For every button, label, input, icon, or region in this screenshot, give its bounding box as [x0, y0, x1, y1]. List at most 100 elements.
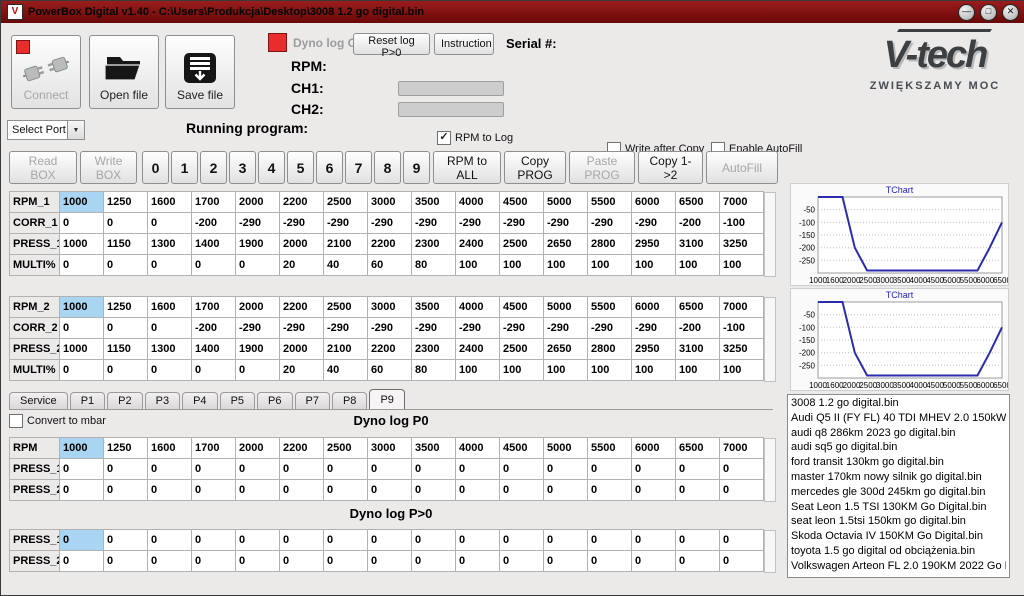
- table-cell[interactable]: 1600: [148, 438, 192, 459]
- table-cell[interactable]: 3250: [720, 234, 764, 255]
- table-cell[interactable]: -290: [632, 213, 676, 234]
- table-cell[interactable]: 0: [60, 213, 104, 234]
- table-cell[interactable]: 2300: [412, 339, 456, 360]
- table-cell[interactable]: 0: [104, 255, 148, 276]
- table-cell[interactable]: 0: [192, 530, 236, 551]
- table-cell[interactable]: 2500: [324, 297, 368, 318]
- file-list-item[interactable]: 3008 1.2 go digital.bin: [791, 396, 1006, 411]
- table-cell[interactable]: 1250: [104, 297, 148, 318]
- table-cell[interactable]: 1250: [104, 438, 148, 459]
- table-cell[interactable]: -290: [588, 213, 632, 234]
- table-cell[interactable]: 2500: [500, 339, 544, 360]
- table-cell[interactable]: 4000: [456, 438, 500, 459]
- table-cell[interactable]: 5500: [588, 192, 632, 213]
- file-list-item[interactable]: Skoda Octavia IV 150KM Go Digital.bin: [791, 529, 1006, 544]
- tab-p8[interactable]: P8: [332, 392, 367, 409]
- table-cell[interactable]: 1300: [148, 234, 192, 255]
- table-cell[interactable]: 0: [236, 480, 280, 501]
- table-cell[interactable]: 2400: [456, 339, 500, 360]
- table-cell[interactable]: 4000: [456, 297, 500, 318]
- table-cell[interactable]: -290: [544, 318, 588, 339]
- table-cell[interactable]: 2500: [324, 192, 368, 213]
- table-cell[interactable]: 0: [588, 480, 632, 501]
- table-cell[interactable]: 2000: [280, 339, 324, 360]
- autofill-button[interactable]: AutoFill: [706, 151, 778, 184]
- table-cell[interactable]: 0: [368, 480, 412, 501]
- table-cell[interactable]: 3500: [412, 192, 456, 213]
- table-cell[interactable]: 6000: [632, 438, 676, 459]
- digit-button-5[interactable]: 5: [287, 151, 314, 184]
- table-cell[interactable]: 3250: [720, 339, 764, 360]
- table-cell[interactable]: -290: [588, 318, 632, 339]
- table-cell[interactable]: 100: [720, 360, 764, 381]
- table-cell[interactable]: 100: [676, 360, 720, 381]
- table-cell[interactable]: 0: [720, 480, 764, 501]
- table-cell[interactable]: 3100: [676, 339, 720, 360]
- file-list-item[interactable]: audi sq5 go digital.bin: [791, 440, 1006, 455]
- table-cell[interactable]: 5000: [544, 192, 588, 213]
- table-cell[interactable]: 1150: [104, 234, 148, 255]
- write-box-button[interactable]: Write BOX: [80, 151, 137, 184]
- reset-log-button[interactable]: Reset log P>0: [353, 33, 430, 55]
- table-cell[interactable]: 2400: [456, 234, 500, 255]
- table-cell[interactable]: 0: [148, 551, 192, 572]
- table-cell[interactable]: -290: [368, 213, 412, 234]
- table-cell[interactable]: 3000: [368, 297, 412, 318]
- table-cell[interactable]: 2100: [324, 339, 368, 360]
- table-cell[interactable]: 0: [60, 318, 104, 339]
- table-cell[interactable]: -290: [500, 213, 544, 234]
- table-cell[interactable]: 1000: [60, 438, 104, 459]
- table-cell[interactable]: 6500: [676, 438, 720, 459]
- tab-p5[interactable]: P5: [220, 392, 255, 409]
- file-list-item[interactable]: Volkswagen Arteon FL 2.0 190KM 2022 Go D…: [791, 559, 1006, 574]
- table-cell[interactable]: 7000: [720, 297, 764, 318]
- table-cell[interactable]: 0: [456, 551, 500, 572]
- table-cell[interactable]: 1900: [236, 234, 280, 255]
- table-cell[interactable]: 2200: [280, 297, 324, 318]
- tab-p9[interactable]: P9: [369, 389, 404, 409]
- table-cell[interactable]: 0: [676, 480, 720, 501]
- table-cell[interactable]: 7000: [720, 438, 764, 459]
- table-cell[interactable]: 0: [632, 480, 676, 501]
- table-cell[interactable]: -100: [720, 318, 764, 339]
- tab-p2[interactable]: P2: [107, 392, 142, 409]
- table-cell[interactable]: 0: [412, 480, 456, 501]
- file-list-item[interactable]: Audi Q5 II (FY FL) 40 TDI MHEV 2.0 150kW…: [791, 411, 1006, 426]
- checkbox-box[interactable]: ✓: [437, 131, 451, 145]
- digit-button-1[interactable]: 1: [171, 151, 198, 184]
- table-cell[interactable]: 0: [104, 213, 148, 234]
- table-cell[interactable]: 2100: [324, 234, 368, 255]
- table-cell[interactable]: 100: [588, 360, 632, 381]
- table-cell[interactable]: 1150: [104, 339, 148, 360]
- table-cell[interactable]: 100: [500, 255, 544, 276]
- table-cell[interactable]: 0: [632, 459, 676, 480]
- digit-button-6[interactable]: 6: [316, 151, 343, 184]
- table-cell[interactable]: 100: [456, 360, 500, 381]
- copy-prog-button[interactable]: Copy PROG: [504, 151, 566, 184]
- table-cell[interactable]: 100: [500, 360, 544, 381]
- table-cell[interactable]: 100: [720, 255, 764, 276]
- table-cell[interactable]: -290: [456, 213, 500, 234]
- table-cell[interactable]: 0: [148, 459, 192, 480]
- digit-button-8[interactable]: 8: [374, 151, 401, 184]
- table-cell[interactable]: 0: [192, 480, 236, 501]
- table-cell[interactable]: 1000: [60, 297, 104, 318]
- tab-p3[interactable]: P3: [145, 392, 180, 409]
- table-cell[interactable]: 0: [500, 551, 544, 572]
- digit-button-2[interactable]: 2: [200, 151, 227, 184]
- table-cell[interactable]: 1000: [60, 192, 104, 213]
- table-cell[interactable]: 2500: [500, 234, 544, 255]
- table-cell[interactable]: 0: [60, 480, 104, 501]
- table-cell[interactable]: 5000: [544, 438, 588, 459]
- table-cell[interactable]: -290: [412, 318, 456, 339]
- table-cell[interactable]: -200: [676, 318, 720, 339]
- table-cell[interactable]: 1700: [192, 438, 236, 459]
- table-cell[interactable]: 4000: [456, 192, 500, 213]
- tab-p1[interactable]: P1: [70, 392, 105, 409]
- table-cell[interactable]: 0: [368, 551, 412, 572]
- table-cell[interactable]: 0: [104, 459, 148, 480]
- table-cell[interactable]: -100: [720, 213, 764, 234]
- table-cell[interactable]: 0: [148, 480, 192, 501]
- table-cell[interactable]: 0: [192, 255, 236, 276]
- file-list-item[interactable]: toyota 1.5 go digital od obciążenia.bin: [791, 544, 1006, 559]
